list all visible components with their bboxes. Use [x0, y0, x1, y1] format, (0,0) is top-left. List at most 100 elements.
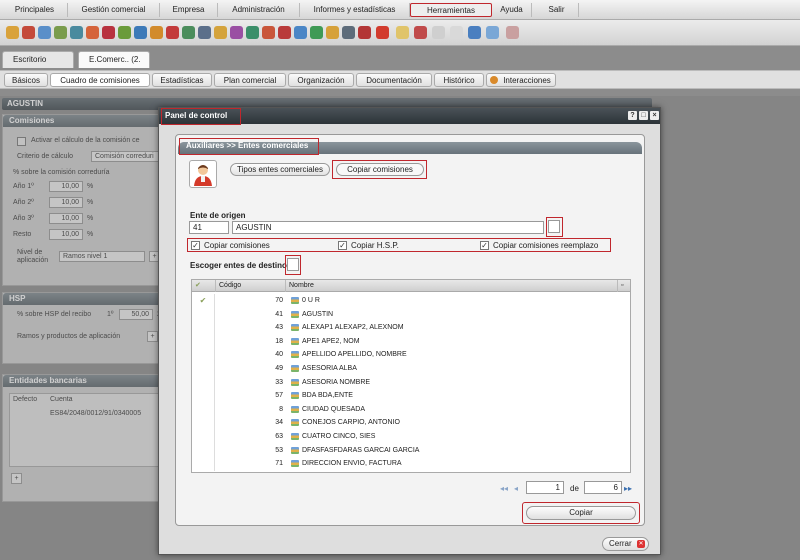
menu-salir[interactable]: Salir: [535, 3, 579, 17]
menu-administracion[interactable]: Administración: [218, 3, 300, 17]
first-page-icon[interactable]: ◂◂: [500, 484, 508, 493]
toolbar-icon[interactable]: [414, 26, 427, 39]
row-select-cell[interactable]: [192, 375, 215, 390]
toolbar-icon[interactable]: [118, 26, 131, 39]
lookup-icon[interactable]: [548, 220, 560, 233]
origen-code-input[interactable]: 41: [189, 221, 229, 234]
prev-page-icon[interactable]: ◂: [514, 484, 518, 493]
row-select-cell[interactable]: [192, 348, 215, 362]
table-row[interactable]: 8 CIUDAD QUESADA: [192, 402, 630, 417]
toolbar-icon[interactable]: [182, 26, 195, 39]
origen-name-input[interactable]: AGUSTIN: [232, 221, 544, 234]
cerrar-button[interactable]: Cerrar ✕: [602, 537, 649, 551]
subtab-basicos[interactable]: Básicos: [4, 73, 48, 87]
row-select-cell[interactable]: [192, 430, 215, 444]
table-row[interactable]: 33 ASESORIA NOMBRE: [192, 375, 630, 390]
column-menu-icon[interactable]: ▫: [618, 280, 630, 292]
row-select-cell[interactable]: [192, 402, 215, 417]
toolbar-icon[interactable]: [450, 26, 463, 39]
toolbar-icon[interactable]: [310, 26, 323, 39]
toolbar-icon[interactable]: [376, 26, 389, 39]
table-row[interactable]: 63 CUATRO CINCO, SIES: [192, 430, 630, 444]
row-select-cell[interactable]: [192, 307, 215, 322]
menu-ayuda[interactable]: Ayuda: [492, 3, 532, 17]
toolbar-icon[interactable]: [342, 26, 355, 39]
subtab-historico[interactable]: Histórico: [434, 73, 484, 87]
toolbar-icon[interactable]: [22, 26, 35, 39]
select-all-icon[interactable]: ✔: [192, 280, 216, 292]
col-codigo[interactable]: Código: [216, 280, 286, 292]
toolbar: [0, 20, 800, 46]
menu-gestion-comercial[interactable]: Gestión comercial: [68, 3, 160, 17]
toolbar-icon[interactable]: [468, 26, 481, 39]
toolbar-icon[interactable]: [134, 26, 147, 39]
toolbar-icon[interactable]: [38, 26, 51, 39]
table-row[interactable]: 41 AGUSTIN: [192, 307, 630, 322]
menu-empresa[interactable]: Empresa: [160, 3, 218, 17]
table-row[interactable]: ✔ 70 0 U R: [192, 294, 630, 308]
toolbar-icon[interactable]: [6, 26, 19, 39]
toolbar-icon[interactable]: [150, 26, 163, 39]
table-row[interactable]: 57 BDA BDA,ENTE: [192, 389, 630, 403]
destino-lookup-icon[interactable]: [287, 258, 299, 271]
row-select-cell[interactable]: [192, 457, 215, 471]
menu-principales[interactable]: Principales: [2, 3, 68, 17]
col-nombre[interactable]: Nombre: [286, 280, 618, 292]
subtab-estadisticas[interactable]: Estadísticas: [152, 73, 212, 87]
copiar-reemplazo-checkbox[interactable]: ✓: [480, 241, 489, 250]
dialog-content: Auxiliares >> Entes comerciales Tipos en…: [175, 134, 645, 526]
toolbar-icon[interactable]: [278, 26, 291, 39]
toolbar-icon[interactable]: [262, 26, 275, 39]
toolbar-icon[interactable]: [54, 26, 67, 39]
toolbar-icon[interactable]: [246, 26, 259, 39]
page-input[interactable]: 1: [526, 481, 564, 494]
toolbar-icon[interactable]: [294, 26, 307, 39]
toolbar-icon[interactable]: [486, 26, 499, 39]
toolbar-icon[interactable]: [102, 26, 115, 39]
tab-escritorio[interactable]: Escritorio: [2, 51, 74, 68]
table-row[interactable]: 34 CONEJOS CARPIO, ANTONIO: [192, 416, 630, 430]
tab-ente-comercial[interactable]: E.Comerc.. (2.: [78, 51, 150, 68]
subtab-documentacion[interactable]: Documentación: [356, 73, 432, 87]
menu-herramientas[interactable]: Herramientas: [410, 3, 492, 17]
table-row[interactable]: 49 ASESORIA ALBA: [192, 362, 630, 376]
row-select-cell[interactable]: [192, 416, 215, 430]
close-icon[interactable]: ×: [650, 111, 659, 120]
row-select-cell[interactable]: [192, 321, 215, 335]
copiar-button[interactable]: Copiar: [526, 506, 636, 520]
toolbar-icon[interactable]: [166, 26, 179, 39]
table-row[interactable]: 71 DIRECCION ENVIO, FACTURA: [192, 457, 630, 471]
subtab-interacciones[interactable]: Interacciones: [486, 73, 556, 87]
subtab-organizacion[interactable]: Organización: [288, 73, 354, 87]
toolbar-icon[interactable]: [198, 26, 211, 39]
dialog-titlebar: Panel de control ? □ ×: [159, 108, 660, 125]
subtab-cuadro-comisiones[interactable]: Cuadro de comisiones: [50, 73, 150, 87]
tab-tipos-entes[interactable]: Tipos entes comerciales: [230, 163, 330, 176]
toolbar-icon[interactable]: [396, 26, 409, 39]
copiar-comisiones-checkbox[interactable]: ✓: [191, 241, 200, 250]
row-select-cell[interactable]: [192, 389, 215, 403]
toolbar-icon[interactable]: [432, 26, 445, 39]
row-select-cell[interactable]: [192, 362, 215, 376]
copiar-hsp-checkbox[interactable]: ✓: [338, 241, 347, 250]
toolbar-icon[interactable]: [86, 26, 99, 39]
table-row[interactable]: 53 DFASFASFDARAS GARCAI GARCIA: [192, 443, 630, 458]
toolbar-icon[interactable]: [506, 26, 519, 39]
row-select-cell[interactable]: ✔: [192, 294, 215, 308]
toolbar-icon[interactable]: [230, 26, 243, 39]
row-name: APE1 APE2, NOM: [302, 337, 360, 345]
row-select-cell[interactable]: [192, 443, 215, 458]
toolbar-icon[interactable]: [326, 26, 339, 39]
next-page-icon[interactable]: ▸▸: [624, 484, 632, 493]
table-row[interactable]: 18 APE1 APE2, NOM: [192, 334, 630, 349]
toolbar-icon[interactable]: [70, 26, 83, 39]
toolbar-icon[interactable]: [358, 26, 371, 39]
help-icon[interactable]: ?: [628, 111, 637, 120]
toolbar-icon[interactable]: [214, 26, 227, 39]
row-select-cell[interactable]: [192, 334, 215, 349]
menu-informes[interactable]: Informes y estadísticas: [300, 3, 410, 17]
subtab-plan-comercial[interactable]: Plan comercial: [214, 73, 286, 87]
table-row[interactable]: 40 APELLIDO APELLIDO, NOMBRE: [192, 348, 630, 362]
table-row[interactable]: 43 ALEXAP1 ALEXAP2, ALEXNOM: [192, 321, 630, 335]
maximize-icon[interactable]: □: [639, 111, 648, 120]
